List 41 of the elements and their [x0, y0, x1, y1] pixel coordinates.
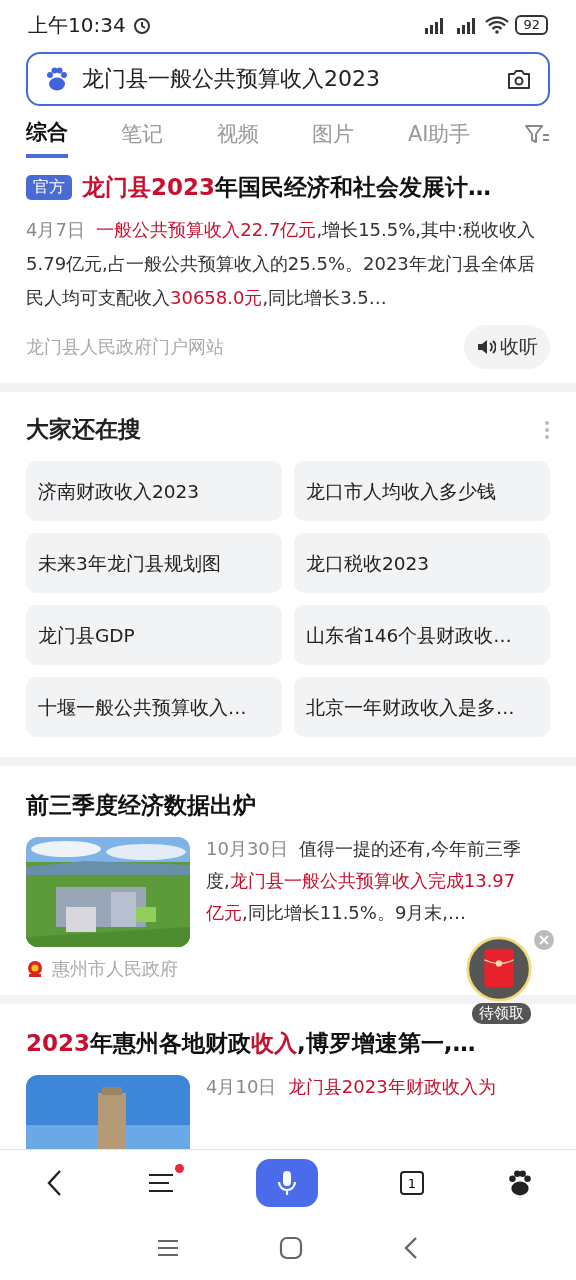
camera-icon[interactable] — [506, 67, 532, 91]
speaker-icon — [476, 338, 496, 356]
related-search[interactable]: 未来3年龙门县规划图 — [26, 533, 282, 593]
filter-icon[interactable] — [524, 123, 550, 145]
result-card[interactable]: 前三季度经济数据出炉 10月30日 值得一提的还有,今年前三季度,龙门县一般公共预算收入完成13.97亿元,同比增长11.5%。9月末,… 惠州市人民政府 — [0, 766, 576, 995]
result-title[interactable]: 2023年惠州各地财政收入,博罗增速第一,… — [26, 1028, 550, 1059]
result-card[interactable]: 官方 龙门县2023年国民经济和社会发展计… 4月7日 一般公共预算收入22.7亿元,增长15.5%,其中:税收收入5.79亿元,占一般公共预算收入的25.5%。2023年龙门县全体居民人均可支配收入30658.0元,同比增长3.5… 龙门县人民政府门户网站 收听 — [0, 162, 576, 383]
result-snippet: 4月10日 龙门县2023年财政收入为 — [206, 1075, 497, 1099]
battery-indicator: 92 — [515, 15, 548, 35]
menu-icon[interactable] — [148, 1172, 174, 1194]
microphone-icon — [277, 1170, 297, 1196]
status-time: 上午10:34 — [28, 11, 126, 39]
emblem-icon — [26, 960, 44, 978]
voice-search-button[interactable] — [256, 1159, 318, 1207]
home-icon[interactable] — [279, 1236, 303, 1260]
listen-button[interactable]: 收听 — [464, 325, 550, 369]
related-search[interactable]: 龙口市人均收入多少钱 — [294, 461, 550, 521]
wifi-icon — [485, 16, 510, 34]
related-search[interactable]: 北京一年财政收入是多… — [294, 677, 550, 737]
envelope-icon[interactable] — [466, 936, 532, 1002]
source-name: 龙门县人民政府门户网站 — [26, 335, 224, 359]
related-search[interactable]: 龙口税收2023 — [294, 533, 550, 593]
official-badge: 官方 — [26, 175, 72, 200]
paw-logo-icon — [44, 66, 70, 92]
result-snippet: 4月7日 一般公共预算收入22.7亿元,增长15.5%,其中:税收收入5.79亿元,占一般公共预算收入的25.5%。2023年龙门县全体居民人均可支配收入30658.0元,同比增长3.5… — [26, 218, 537, 310]
related-search[interactable]: 十堰一般公共预算收入… — [26, 677, 282, 737]
result-title[interactable]: 龙门县2023年国民经济和社会发展计… — [82, 172, 491, 203]
related-search[interactable]: 济南财政收入2023 — [26, 461, 282, 521]
tabs-button[interactable]: 1 — [400, 1171, 424, 1195]
related-search[interactable]: 龙门县GDP — [26, 605, 282, 665]
result-snippet: 10月30日 值得一提的还有,今年前三季度,龙门县一般公共预算收入完成13.97亿元,同比增长11.5%。9月末,… — [206, 837, 522, 925]
result-title[interactable]: 前三季度经济数据出炉 — [26, 790, 550, 821]
tab[interactable]: 综合 — [26, 110, 68, 158]
source-name: 惠州市人民政府 — [52, 957, 178, 981]
related-search[interactable]: 山东省146个县财政收… — [294, 605, 550, 665]
search-input[interactable]: 龙门县一般公共预算收入2023 — [80, 65, 496, 93]
paw-logo-icon[interactable] — [506, 1169, 534, 1197]
claim-label[interactable]: 待领取 — [472, 1003, 531, 1024]
alarm-icon — [131, 15, 152, 35]
search-bar[interactable]: 龙门县一般公共预算收入2023 — [26, 52, 550, 106]
section-title: 大家还在搜 — [26, 415, 141, 444]
